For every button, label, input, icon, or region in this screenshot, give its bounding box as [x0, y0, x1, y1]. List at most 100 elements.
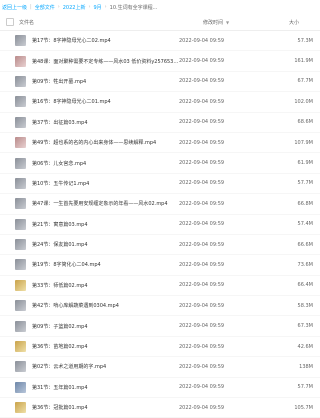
file-name[interactable]: 第17节：8字神隐母光心二02.mp4 — [32, 37, 179, 44]
file-size: 42.6M — [297, 343, 313, 350]
size-column-header[interactable]: 大小 — [289, 19, 320, 26]
video-thumbnail-icon — [15, 300, 26, 312]
file-size: 73.6M — [297, 261, 313, 268]
file-time: 2022-09-04 09:59 — [179, 200, 225, 207]
file-size: 67.7M — [297, 78, 313, 85]
file-name[interactable]: 第09节：子篮篇02.mp4 — [32, 323, 179, 330]
file-row[interactable]: 第48课：面对聚种需要不定专练——风水03 低价资料y257653117... 2… — [0, 51, 320, 72]
file-row[interactable]: 第36节：冠批篇01.mp4 2022-09-04 09:59 105.7M — [0, 398, 320, 418]
file-name[interactable]: 第10节：五牛传记1.mp4 — [32, 180, 179, 187]
video-thumbnail-icon — [15, 320, 26, 332]
file-row[interactable]: 第02节：云术之道用期的字.mp4 2022-09-04 09:59 138M — [0, 357, 320, 378]
file-time: 2022-09-04 09:59 — [179, 119, 225, 126]
file-time: 2022-09-04 09:59 — [179, 404, 225, 411]
file-size: 67.3M — [297, 323, 313, 330]
video-thumbnail-icon — [15, 239, 26, 251]
file-time: 2022-09-04 09:59 — [179, 98, 225, 105]
file-time: 2022-09-04 09:59 — [179, 282, 225, 289]
separator: | — [30, 4, 32, 10]
file-row[interactable]: 第21节：寓意篇03.mp4 2022-09-04 09:59 57.4M — [0, 215, 320, 235]
time-column-header[interactable]: 修改时间 ▼ — [203, 19, 289, 26]
breadcrumb-item[interactable]: 9月 — [93, 4, 101, 11]
file-row[interactable]: 第06节：儿女宫念.mp4 2022-09-04 09:59 61.9M — [0, 153, 320, 174]
file-row[interactable]: 第36节：苗地篇02.mp4 2022-09-04 09:59 42.6M — [0, 337, 320, 358]
video-thumbnail-icon — [15, 177, 26, 189]
file-time: 2022-09-04 09:59 — [179, 241, 225, 248]
file-time: 2022-09-04 09:59 — [179, 160, 225, 167]
video-thumbnail-icon — [15, 137, 26, 149]
file-list: 第17节：8字神隐母光心二02.mp4 2022-09-04 09:59 57.3M… — [0, 31, 320, 418]
file-row[interactable]: 第19节：8字简化心二04.mp4 2022-09-04 09:59 73.6M — [0, 255, 320, 276]
file-size: 66.4M — [297, 282, 313, 289]
file-row[interactable]: 第47课：一生首先要用安规缠定象示的年看——风水02.mp4 2022-09-04… — [0, 194, 320, 215]
file-size: 57.7M — [297, 384, 313, 391]
file-name[interactable]: 第33节：师低篇02.mp4 — [32, 282, 179, 289]
file-row[interactable]: 第09节：牲出开墓.mp4 2022-09-04 09:59 67.7M — [0, 72, 320, 93]
chevron-right-icon: › — [57, 4, 60, 10]
file-name[interactable]: 第02节：云术之道用期的字.mp4 — [32, 363, 179, 370]
file-row[interactable]: 第37节：出征篇03.mp4 2022-09-04 09:59 68.6M — [0, 113, 320, 133]
all-files-link[interactable]: 全部文件 — [35, 4, 55, 11]
file-row[interactable]: 第49节：超也系的名的内心出来身体——思续解释.mp4 2022-09-04 09… — [0, 133, 320, 154]
video-thumbnail-icon — [15, 55, 26, 67]
file-name[interactable]: 第37节：出征篇03.mp4 — [32, 119, 179, 126]
chevron-right-icon: › — [88, 4, 91, 10]
video-thumbnail-icon — [15, 96, 26, 108]
file-name[interactable]: 第48课：面对聚种需要不定专练——风水03 低价资料y257653117... — [32, 58, 179, 65]
file-row[interactable]: 第24节：保友篇01.mp4 2022-09-04 09:59 66.6M — [0, 235, 320, 256]
file-name[interactable]: 第36节：冠批篇01.mp4 — [32, 404, 179, 411]
file-time: 2022-09-04 09:59 — [179, 363, 225, 370]
file-time: 2022-09-04 09:59 — [179, 261, 225, 268]
file-time: 2022-09-04 09:59 — [179, 78, 225, 85]
file-row[interactable]: 第09节：子篮篇02.mp4 2022-09-04 09:59 67.3M — [0, 316, 320, 337]
file-name[interactable]: 第47课：一生首先要用安规缠定象示的年看——风水02.mp4 — [32, 200, 179, 207]
select-all-checkbox[interactable] — [6, 18, 14, 26]
file-size: 161.9M — [294, 58, 313, 65]
file-size: 57.7M — [297, 180, 313, 187]
file-name[interactable]: 第06节：儿女宫念.mp4 — [32, 160, 179, 167]
file-name[interactable]: 第42节：啃心库解蔬菜遇到0304.mp4 — [32, 302, 179, 309]
file-time: 2022-09-04 09:59 — [179, 323, 225, 330]
file-row[interactable]: 第17节：8字神隐母光心二02.mp4 2022-09-04 09:59 57.3M — [0, 31, 320, 52]
breadcrumb: 返回上一级 | 全部文件 › 2022上新 › 9月 › 10.生词有全字课程.… — [0, 0, 320, 14]
video-thumbnail-icon — [15, 341, 26, 353]
video-thumbnail-icon — [15, 259, 26, 271]
list-header: 文件名 修改时间 ▼ 大小 — [0, 14, 320, 31]
file-name[interactable]: 第49节：超也系的名的内心出来身体——思续解释.mp4 — [32, 139, 179, 146]
breadcrumb-item[interactable]: 2022上新 — [63, 4, 86, 11]
back-link[interactable]: 返回上一级 — [2, 4, 27, 11]
file-time: 2022-09-04 09:59 — [179, 37, 225, 44]
sort-icon[interactable]: ▼ — [226, 20, 229, 25]
file-name[interactable]: 第09节：牲出开墓.mp4 — [32, 78, 179, 85]
file-size: 58.3M — [297, 302, 313, 309]
file-row[interactable]: 第16节：8字神隐母光心二01.mp4 2022-09-04 09:59 102.0… — [0, 92, 320, 113]
file-row[interactable]: 第33节：师低篇02.mp4 2022-09-04 09:59 66.4M — [0, 276, 320, 297]
video-thumbnail-icon — [15, 198, 26, 210]
file-size: 57.3M — [297, 37, 313, 44]
file-name[interactable]: 第31节：五年篇01.mp4 — [32, 384, 179, 391]
file-size: 66.8M — [297, 200, 313, 207]
name-column-header[interactable]: 文件名 — [19, 19, 203, 26]
file-time: 2022-09-04 09:59 — [179, 139, 225, 146]
file-name[interactable]: 第24节：保友篇01.mp4 — [32, 241, 179, 248]
file-size: 66.6M — [297, 241, 313, 248]
video-thumbnail-icon — [15, 116, 26, 128]
file-size: 57.4M — [297, 221, 313, 228]
file-size: 105.7M — [294, 404, 313, 411]
video-thumbnail-icon — [15, 157, 26, 169]
video-thumbnail-icon — [15, 402, 26, 414]
file-name[interactable]: 第21节：寓意篇03.mp4 — [32, 221, 179, 228]
file-name[interactable]: 第19节：8字简化心二04.mp4 — [32, 261, 179, 268]
file-row[interactable]: 第42节：啃心库解蔬菜遇到0304.mp4 2022-09-04 09:59 58.… — [0, 296, 320, 317]
file-time: 2022-09-04 09:59 — [179, 343, 225, 350]
time-header-label: 修改时间 — [203, 19, 224, 26]
file-row[interactable]: 第10节：五牛传记1.mp4 2022-09-04 09:59 57.7M — [0, 174, 320, 195]
file-row[interactable]: 第31节：五年篇01.mp4 2022-09-04 09:59 57.7M — [0, 378, 320, 399]
file-name[interactable]: 第16节：8字神隐母光心二01.mp4 — [32, 98, 179, 105]
file-time: 2022-09-04 09:59 — [179, 302, 225, 309]
file-time: 2022-09-04 09:59 — [179, 180, 225, 187]
file-size: 107.9M — [294, 139, 313, 146]
file-size: 102.0M — [294, 98, 313, 105]
file-name[interactable]: 第36节：苗地篇02.mp4 — [32, 343, 179, 350]
video-thumbnail-icon — [15, 361, 26, 373]
